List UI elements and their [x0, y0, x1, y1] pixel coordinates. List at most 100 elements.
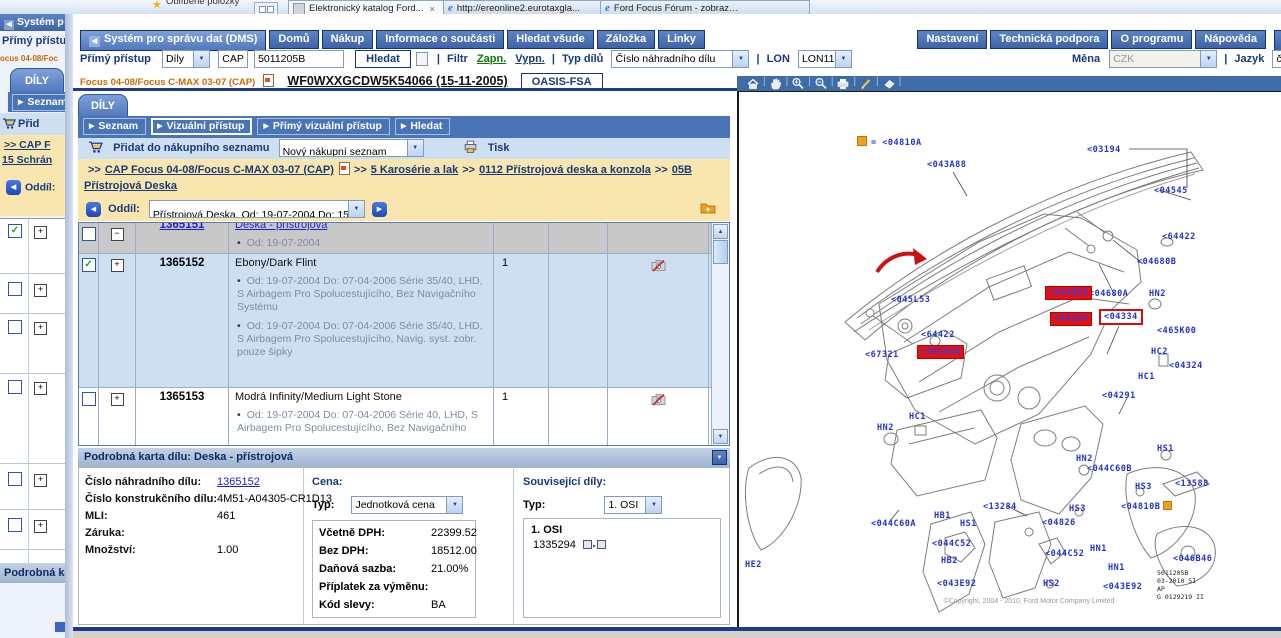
lon-select[interactable]: LON11▼ [798, 50, 852, 68]
view-tab-1[interactable]: ▶Seznam [83, 118, 146, 135]
utility-nav-item[interactable]: Nápověda [1195, 30, 1266, 49]
row-checkbox[interactable]: ✓ [82, 258, 96, 272]
part-callout[interactable]: <043E92 [937, 579, 976, 589]
part-callout[interactable]: <04680A [1089, 289, 1128, 299]
nav-dms[interactable]: ◀Systém pro správu dat (DMS) [80, 30, 266, 51]
part-callout[interactable]: <64422 [1162, 232, 1196, 242]
language-field[interactable]: čeština [1272, 50, 1281, 68]
part-callout[interactable]: <04545 [1154, 186, 1188, 196]
shopping-list-select[interactable]: Nový nákupní seznam▼ [279, 139, 424, 157]
row-checkbox[interactable] [8, 320, 22, 334]
home-icon[interactable] [746, 77, 760, 90]
part-callout[interactable]: HC2 [1151, 347, 1168, 357]
part-callout[interactable]: HN2 [1149, 289, 1166, 299]
part-type-select[interactable]: Číslo náhradního dílu▼ [611, 50, 749, 68]
hand-icon[interactable] [769, 77, 783, 90]
expand-toggle-icon[interactable]: + [34, 284, 47, 297]
part-callout[interactable]: <044C52 [932, 539, 971, 549]
row-checkbox[interactable] [8, 518, 22, 532]
part-callout[interactable]: <04826 [1042, 518, 1076, 528]
row-checkbox[interactable] [8, 472, 22, 486]
part-callout[interactable]: HB1 [934, 511, 951, 521]
row-checkbox[interactable] [8, 380, 22, 394]
expand-toggle-icon[interactable]: − [111, 228, 124, 241]
add-to-list-label[interactable]: Přidat do nákupního seznamu [113, 142, 269, 154]
part-callout[interactable]: HS2 [1043, 579, 1060, 589]
expand-toggle-icon[interactable]: + [34, 226, 47, 239]
print-label[interactable]: Tisk [488, 142, 510, 154]
part-number[interactable]: 1365152 [138, 257, 226, 269]
part-code-input[interactable]: 5011205B [254, 50, 344, 68]
cap-field[interactable]: CAP [218, 50, 248, 68]
part-callout[interactable]: <04810B [1121, 501, 1172, 512]
zoom-in-icon[interactable] [791, 77, 805, 90]
browser-tab[interactable]: ehttp://ereonline2.eurotaxgla... [443, 0, 605, 15]
expand-toggle-icon[interactable]: + [111, 259, 124, 272]
part-callout[interactable]: <465K00 [1157, 326, 1196, 336]
zoom-out-icon[interactable] [814, 77, 828, 90]
favorites-star-icon[interactable]: ★ [152, 0, 162, 11]
part-callout[interactable]: <13284 [983, 502, 1017, 512]
price-type-select[interactable]: Jednotková cena▼ [351, 496, 463, 514]
part-callout[interactable]: <04334 [1099, 309, 1143, 325]
nav-item[interactable]: Hledat všude [507, 30, 593, 49]
breadcrumb-link[interactable]: 0112 Přístrojová deska a konzola [479, 164, 651, 176]
part-callout[interactable]: HN2 [1076, 454, 1093, 464]
scroll-down-button[interactable]: ▼ [713, 429, 728, 444]
part-callout[interactable]: HN1 [1090, 544, 1107, 554]
diagram-canvas[interactable]: = <04810A <03194<043A88<04545<64422<0468… [737, 91, 1281, 627]
part-callout[interactable]: HN1 [1108, 563, 1125, 573]
part-callout[interactable]: HS1 [960, 519, 977, 529]
scroll-thumb[interactable] [713, 240, 728, 264]
doc-icon[interactable] [339, 162, 350, 175]
browser-tab[interactable]: Elektronický katalog Ford...× [288, 0, 448, 15]
scroll-up-button[interactable]: ▲ [713, 224, 728, 239]
background-crumb-2[interactable]: 15 Schrán [2, 154, 52, 166]
vin-link[interactable]: WF0WXXGCDW5K54066 (15-11-2005) [287, 74, 507, 88]
expand-toggle-icon[interactable]: + [34, 474, 47, 487]
part-callout[interactable]: <044C60B [1087, 464, 1132, 474]
collapse-button[interactable]: ▼ [712, 450, 727, 465]
part-callout[interactable]: HS3 [1069, 504, 1086, 514]
related-part-number[interactable]: 1335294 [533, 539, 576, 551]
search-button[interactable]: Hledat [355, 50, 411, 68]
row-checkbox[interactable]: ✓ [8, 224, 22, 238]
related-part-icons[interactable]: ‣ [583, 540, 606, 552]
part-callout[interactable]: <04304 [1050, 312, 1092, 326]
tab-dily[interactable]: DÍLY [78, 94, 128, 117]
folder-up-icon[interactable] [700, 201, 716, 214]
part-callout[interactable]: HE2 [745, 560, 762, 570]
section-select[interactable]: Přístrojová Deska, Od: 19-07-2004 Do: 15… [149, 200, 365, 218]
part-callout[interactable]: <03194 [1087, 145, 1121, 155]
part-callout[interactable]: <045L53 [891, 295, 930, 305]
background-crumb-1[interactable]: >> CAP F [4, 139, 51, 151]
part-callout[interactable]: <044C52 [1045, 549, 1084, 559]
background-tab-dily[interactable]: DÍLY [10, 68, 64, 93]
part-callout[interactable]: <043A88 [927, 160, 966, 170]
row-checkbox[interactable] [82, 227, 96, 241]
breadcrumb-link[interactable]: CAP Focus 04-08/Focus C-MAX 03-07 (CAP) [105, 164, 334, 176]
part-number-link[interactable]: 1365152 [217, 476, 260, 488]
breadcrumb-link[interactable]: 5 Karosérie a lak [371, 164, 458, 176]
table-row[interactable]: +1365153Modrá Infinity/Medium Light Ston… [79, 388, 729, 446]
view-tab-2[interactable]: ▶Vizuální přístup [151, 118, 252, 135]
expand-toggle-icon[interactable]: + [111, 393, 124, 406]
part-callout[interactable]: <045A36 [917, 345, 964, 359]
utility-nav-item[interactable]: Nastavení [917, 30, 987, 49]
background-prev-section-button[interactable]: ◀ [6, 180, 21, 195]
nav-item[interactable]: Linky [658, 30, 705, 49]
next-section-button[interactable]: ▶ [372, 202, 387, 217]
copy-icon[interactable] [416, 52, 428, 66]
part-number[interactable]: 1365151 [138, 223, 226, 231]
part-callout[interactable]: <13588 [1175, 479, 1209, 489]
table-row[interactable]: ✓+1365152Ebony/Dark Flint•Od: 19-07-2004… [79, 254, 729, 388]
part-callout[interactable]: <043E92 [1103, 582, 1142, 592]
part-callout[interactable]: HC1 [909, 412, 926, 422]
part-callout[interactable]: <046B46 [1173, 554, 1212, 564]
nav-item[interactable]: Záložka [597, 30, 655, 49]
expand-toggle-icon[interactable]: + [34, 382, 47, 395]
part-callout[interactable]: <04680B [1137, 257, 1176, 267]
part-callout[interactable]: <04324 [1169, 361, 1203, 371]
part-number[interactable]: 1365153 [138, 391, 226, 403]
part-callout[interactable]: HS1 [1157, 444, 1174, 454]
